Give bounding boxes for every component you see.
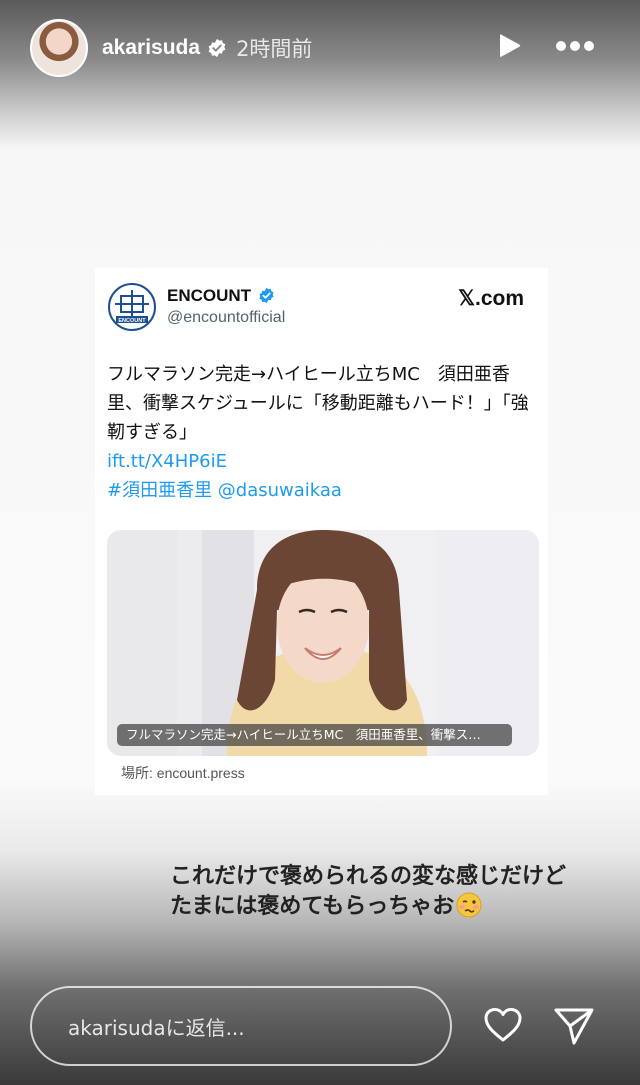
send-icon[interactable]: [553, 1006, 595, 1046]
portrait-illustration: [107, 530, 539, 756]
image-caption: フルマラソン完走→ハイヒール立ちMC 須田亜香里、衝撃ス…: [117, 724, 512, 746]
reply-input[interactable]: akarisudaに返信...: [30, 986, 452, 1066]
account-handle: @encountofficial: [167, 309, 286, 326]
avatar[interactable]: [30, 18, 88, 77]
reply-placeholder: akarisudaに返信...: [68, 1015, 245, 1040]
heart-icon[interactable]: [483, 1007, 523, 1043]
card-source[interactable]: 場所: encount.press: [121, 763, 245, 783]
play-icon[interactable]: [496, 33, 522, 59]
post-body: フルマラソン完走→ハイヒール立ちMC 須田亜香里、衝撃スケジュールに「移動距離も…: [107, 360, 532, 505]
post-image[interactable]: フルマラソン完走→ハイヒール立ちMC 須田亜香里、衝撃ス…: [107, 530, 539, 756]
verified-icon: [208, 38, 226, 57]
story-caption-line2: たまには褒めてもらっちゃお: [170, 894, 455, 919]
shared-post-card[interactable]: ENCOUNT ENCOUNT @encountofficial 𝕏.com フ…: [95, 268, 548, 795]
x-com-label: 𝕏.com: [458, 287, 524, 310]
username[interactable]: akarisuda: [102, 36, 200, 60]
more-icon[interactable]: [555, 40, 595, 52]
woozy-face-emoji: [456, 892, 482, 918]
story-header: akarisuda 2時間前: [0, 0, 640, 95]
post-link[interactable]: ift.tt/X4HP6iE: [107, 447, 532, 476]
post-tags[interactable]: #須田亜香里 @dasuwaikaa: [107, 476, 532, 505]
logo-text: ENCOUNT: [118, 318, 146, 324]
post-text: フルマラソン完走→ハイヒール立ちMC 須田亜香里、衝撃スケジュールに「移動距離も…: [107, 364, 529, 443]
encount-logo-icon: ENCOUNT: [108, 283, 156, 331]
story-caption-line1: これだけで褒められるの変な感じだけど: [170, 864, 567, 889]
story-caption-line2-wrap: たまには褒めてもらっちゃお: [170, 892, 610, 922]
post-time: 2時間前: [236, 36, 313, 61]
account-name: ENCOUNT: [167, 286, 252, 305]
story-caption: これだけで褒められるの変な感じだけど たまには褒めてもらっちゃお: [170, 862, 610, 922]
verified-badge-icon: [259, 287, 274, 304]
